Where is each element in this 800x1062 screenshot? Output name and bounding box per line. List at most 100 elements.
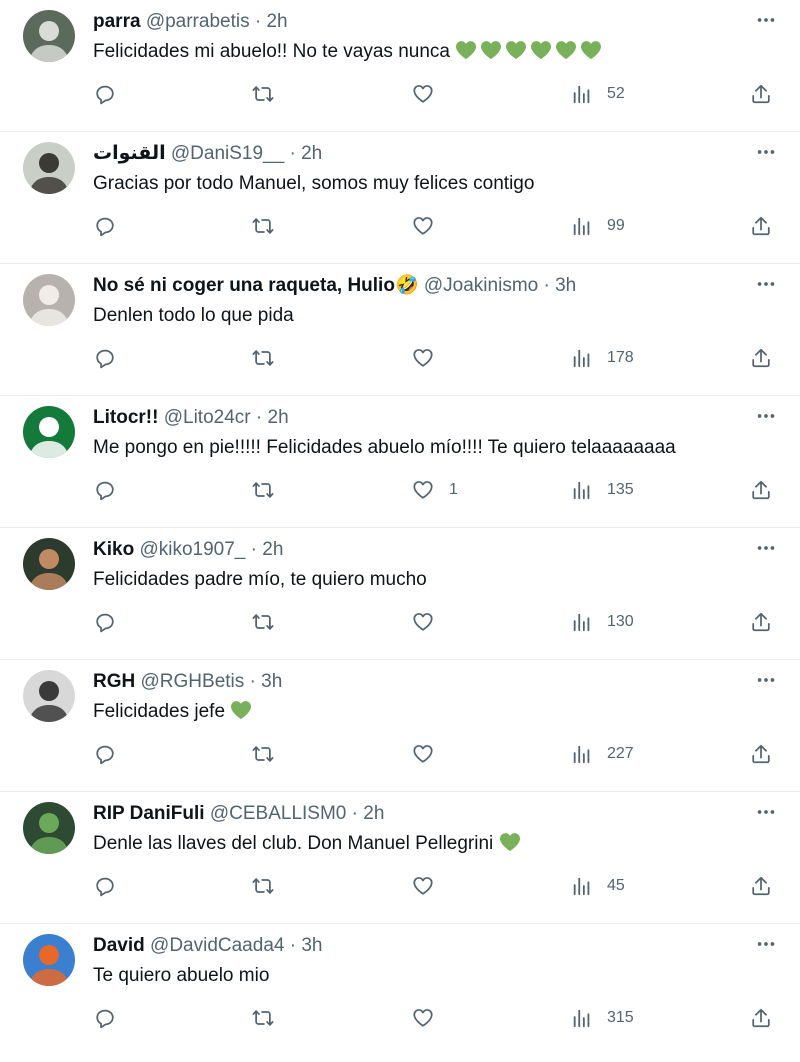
reply-button[interactable] — [94, 468, 116, 512]
user-handle[interactable]: @DavidCaada4 — [150, 935, 284, 956]
retweet-icon — [251, 83, 275, 105]
reply-button[interactable] — [94, 72, 116, 116]
timestamp[interactable]: 2h — [268, 407, 289, 428]
like-button[interactable] — [411, 996, 449, 1040]
tweet[interactable]: David @DavidCaada4 · 3h Te quiero abuelo … — [0, 924, 800, 1056]
like-button[interactable]: 1 — [411, 468, 458, 512]
share-button[interactable] — [750, 72, 772, 116]
timestamp[interactable]: 2h — [301, 143, 322, 164]
like-icon — [411, 83, 435, 105]
views-button[interactable]: 130 — [571, 600, 634, 644]
timestamp[interactable]: 3h — [301, 935, 322, 956]
display-name[interactable]: Kiko — [93, 539, 134, 560]
retweet-button[interactable] — [251, 996, 275, 1040]
retweet-button[interactable] — [251, 732, 275, 776]
user-handle[interactable]: @DaniS19__ — [171, 143, 284, 164]
like-button[interactable] — [411, 600, 449, 644]
views-button[interactable]: 52 — [571, 72, 625, 116]
avatar[interactable] — [23, 406, 75, 458]
like-button[interactable] — [411, 336, 449, 380]
retweet-button[interactable] — [251, 600, 275, 644]
user-handle[interactable]: @CEBALLISM0 — [210, 803, 347, 824]
display-name[interactable]: No sé ni coger una raqueta, Hulio🤣 — [93, 275, 419, 296]
more-options-button[interactable] — [754, 406, 778, 430]
user-handle[interactable]: @kiko1907_ — [139, 539, 245, 560]
timestamp[interactable]: 3h — [261, 671, 282, 692]
display-name[interactable]: RGH — [93, 671, 135, 692]
share-button[interactable] — [750, 996, 772, 1040]
reply-button[interactable] — [94, 600, 116, 644]
avatar[interactable] — [23, 274, 75, 326]
display-name[interactable]: parra — [93, 11, 141, 32]
more-options-button[interactable] — [754, 538, 778, 562]
user-handle[interactable]: @RGHBetis — [141, 671, 245, 692]
tweet-header: Kiko @kiko1907_ · 2h — [93, 538, 730, 562]
tweet-text: Gracias por todo Manuel, somos muy felic… — [93, 171, 534, 197]
tweet[interactable]: RGH @RGHBetis · 3h Felicidades jefe 227 — [0, 660, 800, 792]
retweet-button[interactable] — [251, 204, 275, 248]
tweet[interactable]: No sé ni coger una raqueta, Hulio🤣 @Joak… — [0, 264, 800, 396]
retweet-button[interactable] — [251, 468, 275, 512]
timestamp[interactable]: 2h — [363, 803, 384, 824]
views-button[interactable]: 178 — [571, 336, 634, 380]
display-name[interactable]: Litocr!! — [93, 407, 158, 428]
display-name[interactable]: David — [93, 935, 145, 956]
share-button[interactable] — [750, 600, 772, 644]
retweet-button[interactable] — [251, 864, 275, 908]
views-button[interactable]: 135 — [571, 468, 634, 512]
user-handle[interactable]: @Lito24cr — [164, 407, 251, 428]
more-options-button[interactable] — [754, 142, 778, 166]
views-button[interactable]: 99 — [571, 204, 625, 248]
more-options-button[interactable] — [754, 802, 778, 826]
reply-button[interactable] — [94, 864, 116, 908]
more-options-button[interactable] — [754, 934, 778, 958]
reply-icon — [94, 743, 116, 765]
separator-dot: · — [543, 275, 550, 296]
tweet[interactable]: RIP DaniFuli @CEBALLISM0 · 2h Denle las l… — [0, 792, 800, 924]
timestamp[interactable]: 2h — [266, 11, 287, 32]
user-handle[interactable]: @Joakinismo — [424, 275, 538, 296]
views-button[interactable]: 45 — [571, 864, 625, 908]
display-name[interactable]: القنوات — [93, 143, 166, 164]
avatar[interactable] — [23, 538, 75, 590]
tweet[interactable]: Kiko @kiko1907_ · 2h Felicidades padre mí… — [0, 528, 800, 660]
reply-button[interactable] — [94, 996, 116, 1040]
green-heart-emoji — [455, 40, 477, 68]
user-handle[interactable]: @parrabetis — [146, 11, 250, 32]
reply-button[interactable] — [94, 204, 116, 248]
like-button[interactable] — [411, 72, 449, 116]
tweet[interactable]: parra @parrabetis · 2h Felicidades mi abu… — [0, 0, 800, 132]
views-button[interactable]: 227 — [571, 732, 634, 776]
share-button[interactable] — [750, 732, 772, 776]
views-count: 135 — [607, 481, 634, 498]
display-name[interactable]: RIP DaniFuli — [93, 803, 205, 824]
timestamp[interactable]: 3h — [555, 275, 576, 296]
avatar[interactable] — [23, 802, 75, 854]
retweet-button[interactable] — [251, 336, 275, 380]
avatar[interactable] — [23, 934, 75, 986]
reply-button[interactable] — [94, 732, 116, 776]
share-button[interactable] — [750, 864, 772, 908]
avatar[interactable] — [23, 670, 75, 722]
tweet[interactable]: Litocr!! @Lito24cr · 2h Me pongo en pie!!… — [0, 396, 800, 528]
more-options-button[interactable] — [754, 10, 778, 34]
like-button[interactable] — [411, 732, 449, 776]
like-button[interactable] — [411, 204, 449, 248]
more-options-button[interactable] — [754, 670, 778, 694]
tweet-actions: 315 — [0, 996, 800, 1040]
share-button[interactable] — [750, 336, 772, 380]
more-options-button[interactable] — [754, 274, 778, 298]
reply-icon — [94, 215, 116, 237]
like-button[interactable] — [411, 864, 449, 908]
tweet[interactable]: القنوات @DaniS19__ · 2h Gracias por todo … — [0, 132, 800, 264]
retweet-icon — [251, 479, 275, 501]
share-button[interactable] — [750, 204, 772, 248]
avatar[interactable] — [23, 10, 75, 62]
views-count: 130 — [607, 613, 634, 630]
share-button[interactable] — [750, 468, 772, 512]
views-button[interactable]: 315 — [571, 996, 634, 1040]
retweet-button[interactable] — [251, 72, 275, 116]
reply-button[interactable] — [94, 336, 116, 380]
avatar[interactable] — [23, 142, 75, 194]
timestamp[interactable]: 2h — [262, 539, 283, 560]
